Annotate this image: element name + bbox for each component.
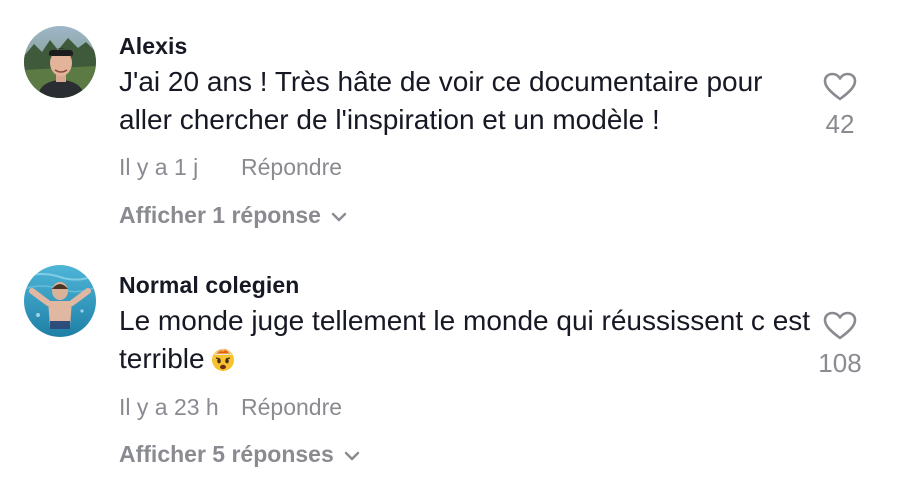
comment-timestamp: Il y a 1 j — [119, 154, 199, 180]
reply-button[interactable]: Répondre — [241, 394, 342, 420]
view-replies-button[interactable]: Afficher 1 réponse — [119, 201, 347, 229]
heart-icon — [810, 311, 870, 346]
heart-icon — [810, 72, 870, 107]
view-replies-label: Afficher 1 réponse — [119, 202, 321, 228]
view-replies-button[interactable]: Afficher 5 réponses — [119, 440, 360, 468]
like-count: 42 — [825, 109, 855, 139]
comment-meta: Il y a 23 h Répondre — [119, 394, 342, 421]
avatar[interactable] — [24, 265, 96, 337]
exploding-head-emoji — [209, 344, 237, 382]
comment-text: J'ai 20 ans ! Très hâte de voir ce docum… — [119, 63, 819, 139]
chevron-down-icon — [344, 440, 360, 467]
avatar[interactable] — [24, 26, 96, 98]
like-button[interactable]: 108 — [810, 311, 870, 379]
comment-text-body: J'ai 20 ans ! Très hâte de voir ce docum… — [119, 66, 763, 135]
comment-timestamp: Il y a 23 h — [119, 394, 219, 420]
reply-button[interactable]: Répondre — [241, 154, 342, 180]
comment-username[interactable]: Normal colegien — [119, 272, 299, 299]
like-button[interactable]: 42 — [810, 72, 870, 140]
comment-meta: Il y a 1 j Répondre — [119, 154, 342, 181]
like-count: 108 — [818, 348, 862, 378]
view-replies-label: Afficher 5 réponses — [119, 441, 334, 467]
comment-username[interactable]: Alexis — [119, 33, 187, 60]
chevron-down-icon — [331, 201, 347, 228]
comment-text: Le monde juge tellement le monde qui réu… — [119, 302, 819, 382]
